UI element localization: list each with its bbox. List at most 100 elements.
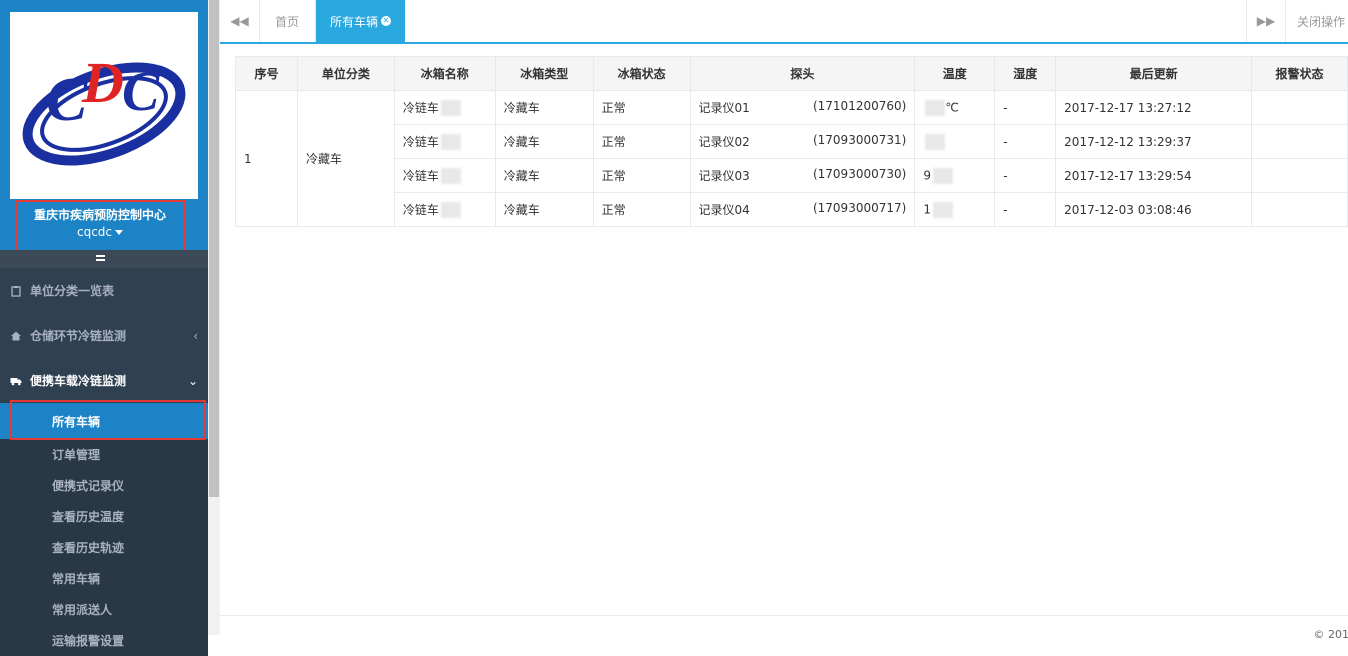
fridge-status: 正常 <box>593 193 690 227</box>
table-row[interactable]: 冷链车 冷藏车 正常 记录仪03(17093000730) 9 - 2017-1… <box>236 159 1348 193</box>
fridge-type: 冷藏车 <box>495 193 593 227</box>
last-updated: 2017-12-17 13:29:54 <box>1056 159 1252 193</box>
last-updated: 2017-12-03 03:08:46 <box>1056 193 1252 227</box>
scroll-thumb[interactable] <box>209 0 219 497</box>
tab-bar: ◀◀ 首页 所有车辆✕ ▶▶ 关闭操作 <box>220 0 1348 44</box>
humidity: - <box>995 159 1056 193</box>
fridge-status: 正常 <box>593 125 690 159</box>
truck-icon <box>10 375 22 387</box>
probe-id: (17093000730) <box>813 167 906 184</box>
submenu-history-temperature[interactable]: 查看历史温度 <box>0 501 208 532</box>
sidebar-scrollbar[interactable] <box>208 0 220 635</box>
fridge-status: 正常 <box>593 91 690 125</box>
submenu-common-vehicles[interactable]: 常用车辆 <box>0 563 208 594</box>
probe-id: (17093000717) <box>813 201 906 218</box>
svg-text:D: D <box>81 50 124 115</box>
redacted-mask <box>933 202 953 218</box>
alarm-status <box>1252 193 1348 227</box>
probe-cell: 记录仪04 (17093000717) <box>690 193 915 227</box>
cdc-logo: C D C <box>10 12 198 199</box>
sidebar-toggle[interactable] <box>0 250 208 268</box>
probe-name: 记录仪04 <box>699 201 750 218</box>
probe-name: 记录仪02 <box>699 133 750 150</box>
side-nav: 单位分类一览表 仓储环节冷链监测 ‹ 便携车载冷链监测 ⌄ 所有车辆 订单管理 … <box>0 268 208 656</box>
temperature: 1 <box>923 202 931 216</box>
submenu-order-management[interactable]: 订单管理 <box>0 439 208 470</box>
close-tab-icon[interactable]: ✕ <box>381 16 391 26</box>
temperature: 9 <box>923 168 931 182</box>
tab-all-vehicles[interactable]: 所有车辆✕ <box>316 0 405 42</box>
temperature-cell: 1 <box>915 193 995 227</box>
fridge-name-cell: 冷链车 <box>394 193 495 227</box>
highlight-box-menu <box>10 400 206 440</box>
last-updated: 2017-12-12 13:29:37 <box>1056 125 1252 159</box>
submenu-portable-recorder[interactable]: 便携式记录仪 <box>0 470 208 501</box>
submenu-common-deliverers[interactable]: 常用派送人 <box>0 594 208 625</box>
nav-label: 仓储环节冷链监测 <box>30 327 126 344</box>
table-row[interactable]: 冷链车 冷藏车 正常 记录仪04 (17093000717) 1 - 2017-1… <box>236 193 1348 227</box>
redacted-mask <box>441 100 461 116</box>
probe-cell: 记录仪02(17093000731) <box>690 125 915 159</box>
home-icon <box>10 330 22 342</box>
fridge-type: 冷藏车 <box>495 159 593 193</box>
col-header[interactable]: 冰箱状态 <box>593 57 690 91</box>
temperature: ℃ <box>945 100 958 114</box>
nav-storage-monitor[interactable]: 仓储环节冷链监测 ‹ <box>0 313 208 358</box>
main-content: ◀◀ 首页 所有车辆✕ ▶▶ 关闭操作 序号 单位分类 冰箱名称 冰箱类型 冰箱… <box>220 0 1348 635</box>
temperature-cell: ℃ <box>915 91 995 125</box>
double-left-arrow-icon: ◀◀ <box>230 14 248 28</box>
alarm-status <box>1252 159 1348 193</box>
col-header[interactable]: 湿度 <box>995 57 1056 91</box>
nav-vehicle-monitor[interactable]: 便携车载冷链监测 ⌄ <box>0 358 208 403</box>
probe-cell: 记录仪01 (17101200760) <box>690 91 915 125</box>
tab-scroll-right-button[interactable]: ▶▶ <box>1246 0 1286 42</box>
close-operations-button[interactable]: 关闭操作 <box>1297 0 1345 42</box>
col-header[interactable]: 探头 <box>690 57 915 91</box>
nav-label: 便携车载冷链监测 <box>30 372 126 389</box>
col-header[interactable]: 冰箱名称 <box>394 57 495 91</box>
col-header[interactable]: 单位分类 <box>297 57 394 91</box>
last-updated: 2017-12-17 13:27:12 <box>1056 91 1252 125</box>
nav-label: 单位分类一览表 <box>30 282 114 299</box>
nav-unit-category[interactable]: 单位分类一览表 <box>0 268 208 313</box>
col-header[interactable]: 冰箱类型 <box>495 57 593 91</box>
humidity: - <box>995 193 1056 227</box>
row-category: 冷藏车 <box>297 91 394 227</box>
fridge-name: 冷链车 <box>403 169 439 183</box>
redacted-mask <box>441 202 461 218</box>
fridge-type: 冷藏车 <box>495 125 593 159</box>
table-row[interactable]: 1 冷藏车 冷链车 冷藏车 正常 记录仪01(17101200760) ℃ - … <box>236 91 1348 125</box>
probe-id: (17101200760) <box>813 99 906 116</box>
tab-home-label: 首页 <box>275 13 299 30</box>
fridge-name: 冷链车 <box>403 203 439 217</box>
vehicle-submenu: 所有车辆 订单管理 便携式记录仪 查看历史温度 查看历史轨迹 常用车辆 常用派送… <box>0 403 208 656</box>
tab-scroll-left-button[interactable]: ◀◀ <box>220 0 260 42</box>
vehicle-table: 序号 单位分类 冰箱名称 冰箱类型 冰箱状态 探头 温度 湿度 最后更新 报警状… <box>235 56 1348 227</box>
chevron-down-icon: ⌄ <box>188 374 198 388</box>
alarm-status <box>1252 91 1348 125</box>
table-row[interactable]: 冷链车 冷藏车 正常 记录仪02(17093000731) - 2017-12-… <box>236 125 1348 159</box>
hamburger-icon <box>96 255 105 261</box>
clipboard-icon <box>10 285 22 297</box>
table-header-row: 序号 单位分类 冰箱名称 冰箱类型 冰箱状态 探头 温度 湿度 最后更新 报警状… <box>236 57 1348 91</box>
alarm-status <box>1252 125 1348 159</box>
fridge-name: 冷链车 <box>403 101 439 115</box>
temperature-cell <box>915 125 995 159</box>
redacted-mask <box>441 168 461 184</box>
fridge-type: 冷藏车 <box>495 91 593 125</box>
col-header[interactable]: 最后更新 <box>1056 57 1252 91</box>
tab-active-label: 所有车辆 <box>330 13 378 30</box>
col-header[interactable]: 报警状态 <box>1252 57 1348 91</box>
redacted-mask <box>441 134 461 150</box>
probe-cell: 记录仪03(17093000730) <box>690 159 915 193</box>
redacted-mask <box>925 134 945 150</box>
submenu-history-track[interactable]: 查看历史轨迹 <box>0 532 208 563</box>
probe-name: 记录仪01 <box>699 99 750 116</box>
col-header[interactable]: 温度 <box>915 57 995 91</box>
fridge-status: 正常 <box>593 159 690 193</box>
temperature-cell: 9 <box>915 159 995 193</box>
double-right-arrow-icon: ▶▶ <box>1257 14 1275 28</box>
tab-home[interactable]: 首页 <box>261 0 316 42</box>
submenu-alarm-settings[interactable]: 运输报警设置 <box>0 625 208 656</box>
col-header[interactable]: 序号 <box>236 57 298 91</box>
